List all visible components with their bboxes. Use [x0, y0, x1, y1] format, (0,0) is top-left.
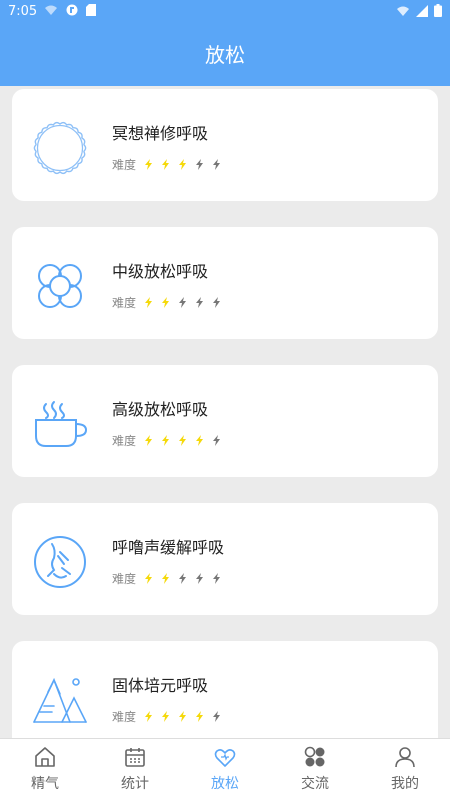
item-name: 呼噜声缓解呼吸 — [112, 538, 225, 557]
list-item-meditation[interactable]: 冥想禅修呼吸 难度 — [12, 89, 438, 201]
difficulty-row: 难度 — [112, 432, 221, 449]
difficulty-rating — [144, 297, 221, 308]
scalloped-circle-icon — [33, 121, 87, 175]
lightning-active-icon — [145, 573, 153, 584]
mountain-icon — [33, 677, 87, 723]
flower-icon — [38, 264, 82, 308]
lightning-active-icon — [179, 435, 187, 446]
wifi-off-icon — [45, 5, 57, 15]
wifi-icon — [397, 6, 409, 16]
difficulty-row: 难度 — [112, 294, 221, 311]
lightning-active-icon — [196, 435, 204, 446]
breathing-list[interactable]: 冥想禅修呼吸 难度 中级放松呼吸 难度 高级放松呼吸 难度 呼噜声缓解呼吸 难度… — [0, 86, 450, 738]
item-name: 固体培元呼吸 — [112, 676, 209, 695]
heart-icon — [214, 749, 236, 767]
difficulty-rating — [144, 711, 221, 722]
tab-statistics[interactable]: 统计 — [90, 739, 180, 801]
lightning-active-icon — [162, 297, 170, 308]
difficulty-rating — [144, 159, 221, 170]
list-item-snoring[interactable]: 呼噜声缓解呼吸 难度 — [12, 503, 438, 615]
tab-label: 精气 — [31, 776, 59, 792]
notification-icons — [44, 4, 96, 16]
difficulty-label: 难度 — [112, 710, 137, 724]
lightning-active-icon — [196, 711, 204, 722]
sd-card-icon — [86, 4, 96, 16]
lightning-inactive-icon — [179, 573, 187, 584]
lightning-inactive-icon — [213, 159, 221, 170]
list-item-solid-foundation[interactable]: 固体培元呼吸 难度 — [12, 641, 438, 738]
lightning-active-icon — [162, 711, 170, 722]
page-title: 放松 — [205, 43, 245, 67]
difficulty-label: 难度 — [112, 158, 137, 172]
tab-label: 交流 — [301, 776, 329, 792]
lightning-active-icon — [162, 573, 170, 584]
difficulty-rating — [144, 573, 221, 584]
lightning-inactive-icon — [213, 435, 221, 446]
person-icon — [395, 747, 415, 768]
lightning-active-icon — [179, 159, 187, 170]
item-name: 中级放松呼吸 — [112, 262, 209, 281]
lightning-inactive-icon — [213, 297, 221, 308]
app-notification-icon — [66, 4, 78, 16]
battery-icon — [434, 4, 442, 17]
lightning-inactive-icon — [196, 159, 204, 170]
home-icon — [35, 747, 55, 767]
tab-community[interactable]: 交流 — [270, 739, 360, 801]
tab-relax[interactable]: 放松 — [180, 739, 270, 801]
system-icons — [396, 4, 442, 17]
difficulty-row: 难度 — [112, 708, 221, 725]
difficulty-label: 难度 — [112, 296, 137, 310]
tab-label: 我的 — [391, 776, 419, 792]
signal-icon — [416, 4, 428, 17]
lightning-active-icon — [162, 159, 170, 170]
lightning-active-icon — [145, 297, 153, 308]
snoring-face-icon — [34, 536, 86, 588]
list-item-intermediate[interactable]: 中级放松呼吸 难度 — [12, 227, 438, 339]
lightning-inactive-icon — [213, 573, 221, 584]
coffee-cup-icon — [35, 401, 88, 447]
lightning-active-icon — [145, 159, 153, 170]
chat-bubbles-icon — [304, 746, 325, 767]
lightning-active-icon — [179, 711, 187, 722]
difficulty-row: 难度 — [112, 570, 221, 587]
lightning-inactive-icon — [196, 297, 204, 308]
lightning-active-icon — [145, 435, 153, 446]
difficulty-rating — [144, 435, 221, 446]
app-bar: 放松 — [0, 24, 450, 86]
status-time: 7:05 — [8, 4, 38, 19]
item-name: 高级放松呼吸 — [112, 400, 209, 419]
lightning-inactive-icon — [213, 711, 221, 722]
lightning-inactive-icon — [179, 297, 187, 308]
tab-label: 放松 — [211, 776, 239, 792]
tab-jingqi[interactable]: 精气 — [0, 739, 90, 801]
tab-label: 统计 — [121, 776, 149, 792]
lightning-active-icon — [145, 711, 153, 722]
tab-profile[interactable]: 我的 — [360, 739, 450, 801]
bottom-nav: 精气 统计 放松 交流 我的 — [0, 738, 450, 801]
lightning-inactive-icon — [196, 573, 204, 584]
calendar-icon — [125, 748, 145, 767]
difficulty-row: 难度 — [112, 156, 221, 173]
status-bar: 7:05 — [0, 0, 450, 24]
lightning-active-icon — [162, 435, 170, 446]
difficulty-label: 难度 — [112, 572, 137, 586]
list-item-advanced[interactable]: 高级放松呼吸 难度 — [12, 365, 438, 477]
item-name: 冥想禅修呼吸 — [112, 124, 209, 143]
difficulty-label: 难度 — [112, 434, 137, 448]
